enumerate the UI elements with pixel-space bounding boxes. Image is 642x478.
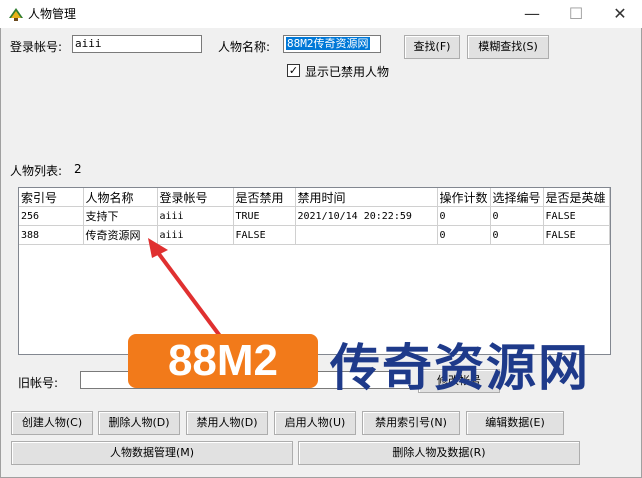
cell-op-count: 0 [437,206,491,226]
column-header[interactable]: 是否禁用 [233,188,296,207]
table-row[interactable]: 388 传奇资源网 aiii FALSE 0 0 FALSE [19,225,610,245]
app-icon [9,8,23,21]
cell-banned: FALSE [233,225,296,245]
name-input-value: 88M2传奇资源网 [286,37,370,50]
cell-index: 256 [19,206,84,226]
enable-character-button[interactable]: 启用人物(U) [274,411,356,435]
fuzzy-find-button[interactable]: 模糊查找(S) [467,35,549,59]
cell-is-hero: FALSE [543,225,610,245]
show-banned-checkbox[interactable]: ✓ [287,64,300,77]
character-data-manage-button[interactable]: 人物数据管理(M) [11,441,293,465]
column-header[interactable]: 是否是英雄 [543,188,610,207]
cell-op-count: 0 [437,225,491,245]
cell-select-no: 0 [490,206,544,226]
cell-name: 支持下 [83,206,158,226]
edit-data-button[interactable]: 编辑数据(E) [466,411,564,435]
column-header[interactable]: 选择编号 [490,188,544,207]
cell-select-no: 0 [490,225,544,245]
cell-index: 388 [19,225,84,245]
ban-character-button[interactable]: 禁用人物(D) [186,411,268,435]
cell-ban-time [295,225,438,245]
table-row[interactable]: 256 支持下 aiii TRUE 2021/10/14 20:22:59 0 … [19,206,610,226]
cell-account: aiii [157,206,234,226]
column-header[interactable]: 禁用时间 [295,188,438,207]
title-bar: 人物管理 — ☐ ✕ [0,0,642,28]
watermark-arrow-icon [148,238,222,338]
cell-is-hero: FALSE [543,206,610,226]
account-input[interactable]: aiii [72,35,202,53]
column-header[interactable]: 索引号 [19,188,84,207]
account-label: 登录帐号: [10,40,63,54]
name-label: 人物名称: [218,40,271,54]
delete-character-and-data-button[interactable]: 删除人物及数据(R) [298,441,580,465]
list-count-value: 2 [74,162,82,176]
watermark-text: 传奇资源网 [330,339,590,397]
column-header[interactable]: 人物名称 [83,188,158,207]
ban-index-button[interactable]: 禁用索引号(N) [362,411,460,435]
name-input[interactable]: 88M2传奇资源网 [283,35,381,53]
find-button[interactable]: 查找(F) [404,35,460,59]
watermark-badge: 88M2 [128,334,318,388]
table-header-row: 索引号 人物名称 登录帐号 是否禁用 禁用时间 操作计数 选择编号 是否是英雄 [19,188,610,207]
cell-banned: TRUE [233,206,296,226]
window-title: 人物管理 [28,7,77,21]
create-character-button[interactable]: 创建人物(C) [11,411,93,435]
delete-character-button[interactable]: 删除人物(D) [98,411,180,435]
column-header[interactable]: 操作计数 [437,188,491,207]
cell-ban-time: 2021/10/14 20:22:59 [295,206,438,226]
maximize-button[interactable]: ☐ [554,0,598,28]
minimize-button[interactable]: — [510,0,554,28]
column-header[interactable]: 登录帐号 [157,188,234,207]
old-account-label: 旧帐号: [18,376,59,390]
character-table: 索引号 人物名称 登录帐号 是否禁用 禁用时间 操作计数 选择编号 是否是英雄 … [19,188,610,245]
show-banned-label: 显示已禁用人物 [305,65,390,79]
close-button[interactable]: ✕ [598,0,642,28]
list-count-label: 人物列表: [10,164,63,178]
